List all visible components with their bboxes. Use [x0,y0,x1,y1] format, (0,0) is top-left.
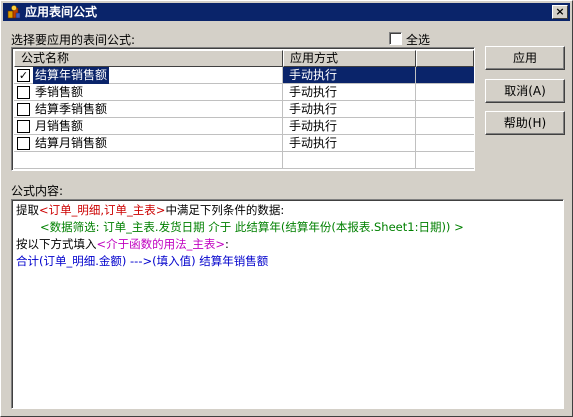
window-title: 应用表间公式 [25,5,98,19]
list-item[interactable]: 结算月销售额 手动执行 [14,135,474,152]
column-header-name[interactable]: 公式名称 [14,50,283,67]
row-checkbox[interactable] [17,86,30,99]
dialog-window: 应用表间公式 × 选择要应用的表间公式: 全选 公式名称 应用方式 ✓ 结算年销售… [0,0,573,417]
list-item[interactable]: ✓ 结算年销售额 手动执行 [14,67,474,84]
row-mode: 手动执行 [283,101,416,118]
row-checkbox[interactable] [17,120,30,133]
formula-content-label: 公式内容: [11,184,64,198]
formula-line-2: <数据筛选: 订单_主表.发货日期 介于 此结算年(结算年份(本报表.Sheet… [40,220,464,234]
list-item[interactable]: 季销售额 手动执行 [14,84,474,101]
row-name: 季销售额 [35,85,84,99]
row-mode: 手动执行 [283,118,416,135]
formula-list: 公式名称 应用方式 ✓ 结算年销售额 手动执行 季销售额 手动执行 结算季销售额 … [11,47,475,171]
list-item-empty [14,152,474,169]
list-item[interactable]: 结算季销售额 手动执行 [14,101,474,118]
row-checkbox[interactable] [17,137,30,150]
formula-line-3: 按以下方式填入<介于函数的用法_主表>: [16,237,229,251]
apply-button[interactable]: 应用 [485,46,565,70]
row-name: 结算年销售额 [33,67,110,84]
close-icon: × [555,5,565,18]
prompt-label: 选择要应用的表间公式: [11,33,136,47]
close-button[interactable]: × [552,5,568,19]
row-mode: 手动执行 [283,67,416,84]
help-button[interactable]: 帮助(H) [485,111,565,135]
title-bar: 应用表间公式 × [3,3,570,21]
row-name: 结算季销售额 [35,102,108,116]
formula-line-4: 合计(订单_明细.金额) --->(填入值) 结算年销售额 [16,254,269,268]
select-all-label: 全选 [406,33,431,47]
row-checkbox[interactable] [17,103,30,116]
row-name: 月销售额 [35,119,84,133]
list-item[interactable]: 月销售额 手动执行 [14,118,474,135]
row-name: 结算月销售额 [35,136,108,150]
app-icon [7,5,21,19]
row-mode: 手动执行 [283,135,416,152]
cancel-button[interactable]: 取消(A) [485,79,565,103]
column-header-blank [416,50,474,67]
row-checkbox[interactable]: ✓ [17,69,30,82]
row-mode: 手动执行 [283,84,416,101]
select-all-checkbox[interactable] [389,32,402,45]
formula-line-1: 提取<订单_明细,订单_主表>中满足下列条件的数据: [16,203,285,217]
formula-content-box[interactable]: 提取<订单_明细,订单_主表>中满足下列条件的数据: <数据筛选: 订单_主表.… [11,199,564,409]
column-header-mode[interactable]: 应用方式 [283,50,416,67]
